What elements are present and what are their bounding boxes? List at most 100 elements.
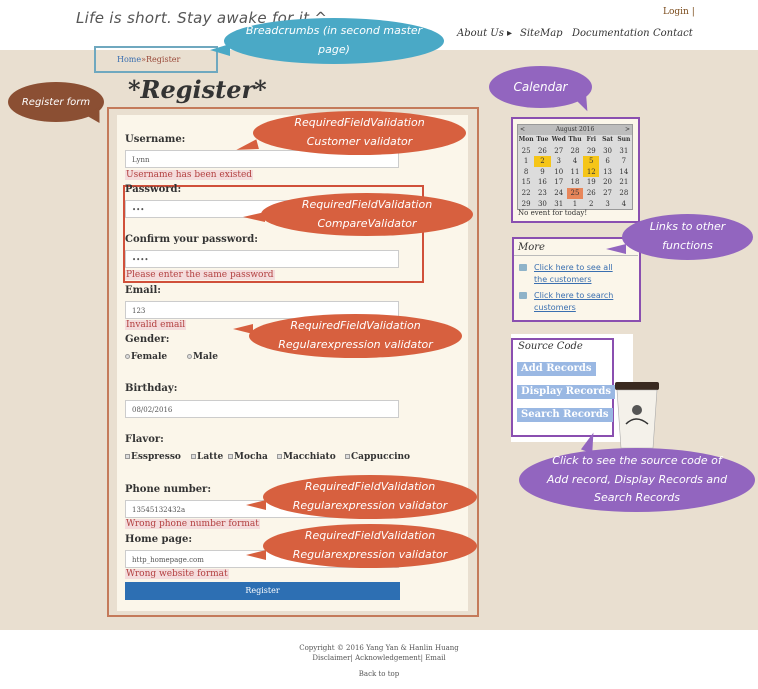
calendar-grid: Mon Tue Wed Thu Fri Sat Sun 25 26 27 28 29 30… bbox=[518, 135, 632, 209]
calendar-day[interactable]: 28 bbox=[567, 146, 583, 157]
display-records-button[interactable]: Display Records bbox=[517, 385, 615, 399]
flavor-latte-checkbox[interactable]: Latte bbox=[191, 452, 223, 462]
calendar-day[interactable]: 11 bbox=[567, 167, 583, 178]
calendar-day-header: Sat bbox=[602, 136, 614, 143]
callout-username-validator: RequiredFieldValidation Customer validat… bbox=[253, 111, 466, 155]
callout-homepage-validator: RequiredFieldValidation Regularexpressio… bbox=[263, 524, 477, 568]
calendar-day[interactable]: 26 bbox=[583, 188, 599, 199]
calendar-day[interactable]: 22 bbox=[518, 188, 534, 199]
callout-source-code: Click to see the source code of Add reco… bbox=[519, 448, 755, 512]
search-records-button[interactable]: Search Records bbox=[517, 408, 613, 422]
calendar-day[interactable]: 7 bbox=[616, 156, 632, 167]
phone-error: Wrong phone number format bbox=[125, 519, 260, 529]
confirm-password-error: Please enter the same password bbox=[125, 270, 275, 280]
calendar-day[interactable]: 23 bbox=[534, 188, 550, 199]
flavor-mocha-checkbox[interactable]: Mocha bbox=[228, 452, 268, 462]
calendar-day-event[interactable]: 2 bbox=[534, 156, 551, 167]
calendar-day[interactable]: 27 bbox=[599, 188, 615, 199]
nav-about-us[interactable]: About Us ▸ bbox=[457, 28, 512, 39]
calendar-day[interactable]: 9 bbox=[534, 167, 550, 178]
calendar-prev-button[interactable]: < bbox=[520, 125, 525, 135]
calendar-day-header: Mon bbox=[518, 136, 534, 143]
breadcrumb-home-link[interactable]: Home bbox=[117, 55, 141, 64]
calendar-day[interactable]: 28 bbox=[616, 188, 632, 199]
site-footer: Copyright © 2016 Yang Yan & Hanlin Huang… bbox=[0, 630, 758, 689]
calendar-day[interactable]: 24 bbox=[551, 188, 567, 199]
calendar-day[interactable]: 15 bbox=[518, 177, 534, 188]
calendar-day[interactable]: 2 bbox=[583, 199, 599, 210]
calendar-day-event[interactable]: 12 bbox=[583, 166, 600, 178]
callout-breadcrumbs: Breadcrumbs (in second master page) bbox=[224, 18, 444, 64]
username-label: Username: bbox=[125, 134, 186, 145]
source-code-title: Source Code bbox=[518, 341, 583, 352]
callout-tail bbox=[246, 550, 266, 560]
add-records-button[interactable]: Add Records bbox=[517, 362, 596, 376]
calendar-day[interactable]: 17 bbox=[551, 177, 567, 188]
calendar-day[interactable]: 14 bbox=[616, 167, 632, 178]
login-link[interactable]: Login | bbox=[663, 7, 695, 17]
flavor-cappuccino-checkbox[interactable]: Cappuccino bbox=[345, 452, 410, 462]
birthday-input[interactable]: 08/02/2016 bbox=[125, 400, 399, 418]
nav-documentation[interactable]: Documentation bbox=[572, 28, 650, 39]
calendar-day-header: Thu bbox=[568, 136, 582, 143]
search-customers-icon bbox=[519, 292, 527, 299]
register-button[interactable]: Register bbox=[125, 582, 400, 600]
flavor-esspresso-checkbox[interactable]: Esspresso bbox=[125, 452, 181, 462]
calendar-day[interactable]: 3 bbox=[599, 199, 615, 210]
flavor-macchiato-checkbox[interactable]: Macchiato bbox=[277, 452, 336, 462]
calendar-day[interactable]: 31 bbox=[551, 199, 567, 210]
back-to-top-link[interactable]: Back to top bbox=[0, 670, 758, 678]
calendar-day[interactable]: 3 bbox=[551, 156, 567, 167]
calendar-day[interactable]: 4 bbox=[567, 156, 583, 167]
callout-tail bbox=[233, 324, 253, 334]
calendar-day-event[interactable]: 5 bbox=[583, 156, 600, 167]
calendar-day[interactable]: 1 bbox=[567, 199, 583, 210]
callout-links: Links to other functions bbox=[622, 214, 753, 260]
calendar-day[interactable]: 4 bbox=[616, 199, 632, 210]
calendar-day[interactable]: 13 bbox=[599, 167, 615, 178]
calendar-day[interactable]: 27 bbox=[551, 146, 567, 157]
callout-tail bbox=[246, 500, 266, 510]
nav-contact[interactable]: Contact bbox=[653, 28, 693, 39]
confirm-password-label: Confirm your password: bbox=[125, 234, 258, 245]
calendar-day[interactable]: 18 bbox=[567, 177, 583, 188]
calendar-day[interactable]: 10 bbox=[551, 167, 567, 178]
callout-email-validator: RequiredFieldValidation Regularexpressio… bbox=[249, 314, 462, 358]
username-error: Username has been existed bbox=[125, 170, 254, 180]
callout-tail bbox=[606, 244, 626, 254]
calendar-day[interactable]: 31 bbox=[616, 146, 632, 157]
calendar-day[interactable]: 26 bbox=[534, 146, 550, 157]
checkbox-icon bbox=[277, 454, 282, 459]
confirm-password-input[interactable]: •••• bbox=[125, 250, 399, 268]
calendar-day[interactable]: 20 bbox=[599, 177, 615, 188]
calendar-day[interactable]: 19 bbox=[583, 177, 599, 188]
calendar-day[interactable]: 16 bbox=[534, 177, 550, 188]
search-customers-link[interactable]: Click here to search customers bbox=[534, 290, 614, 313]
calendar: < August 2016 > Mon Tue Wed Thu Fri Sat Su… bbox=[517, 124, 633, 210]
calendar-next-button[interactable]: > bbox=[625, 125, 630, 135]
gender-male-radio[interactable]: Male bbox=[187, 352, 218, 362]
calendar-day[interactable]: 6 bbox=[599, 156, 615, 167]
footer-links[interactable]: Disclaimer| Acknowledgement| Email bbox=[0, 654, 758, 662]
calendar-day-header: Fri bbox=[586, 136, 597, 143]
calendar-day[interactable]: 8 bbox=[518, 167, 534, 178]
calendar-day[interactable]: 1 bbox=[518, 156, 534, 167]
homepage-label: Home page: bbox=[125, 534, 193, 545]
gender-female-radio[interactable]: Female bbox=[125, 352, 167, 362]
page-title: *Register* bbox=[128, 75, 267, 104]
calendar-day[interactable]: 30 bbox=[599, 146, 615, 157]
more-title: More bbox=[518, 242, 545, 253]
calendar-day[interactable]: 30 bbox=[534, 199, 550, 210]
callout-tail bbox=[243, 212, 265, 222]
homepage-error: Wrong website format bbox=[125, 569, 229, 579]
calendar-day-today[interactable]: 25 bbox=[566, 187, 584, 199]
calendar-day[interactable]: 21 bbox=[616, 177, 632, 188]
phone-label: Phone number: bbox=[125, 484, 212, 495]
calendar-day[interactable]: 29 bbox=[518, 199, 534, 210]
calendar-day[interactable]: 25 bbox=[518, 146, 534, 157]
email-error: Invalid email bbox=[125, 320, 187, 330]
see-all-customers-link[interactable]: Click here to see all the customers bbox=[534, 262, 624, 285]
calendar-day[interactable]: 29 bbox=[583, 146, 599, 157]
breadcrumb-current: Register bbox=[146, 55, 181, 64]
nav-sitemap[interactable]: SiteMap bbox=[520, 28, 563, 39]
